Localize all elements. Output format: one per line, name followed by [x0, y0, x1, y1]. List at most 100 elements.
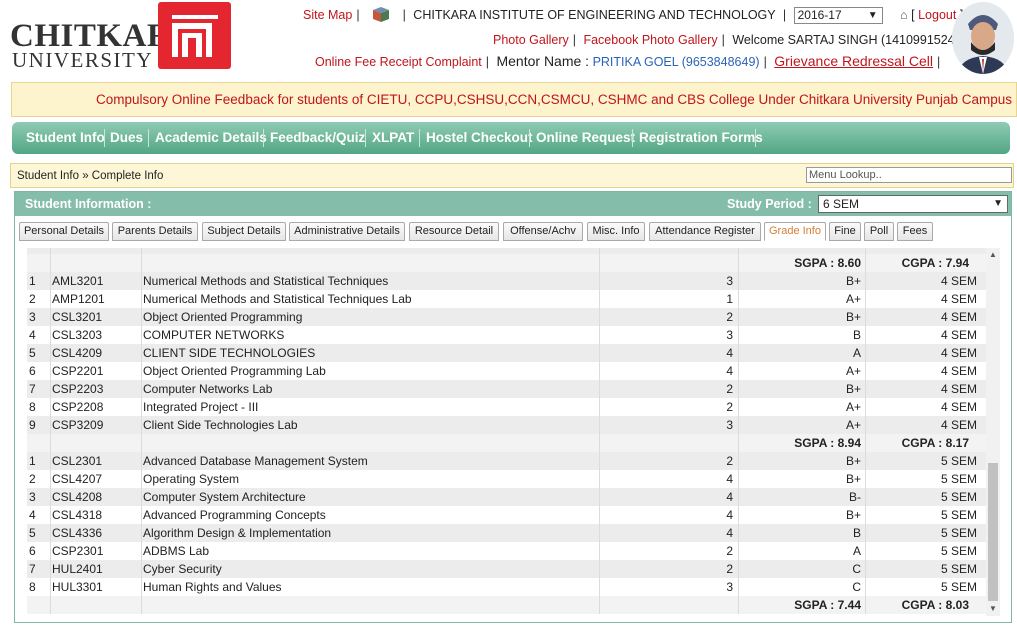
course-semester: 5 SEM [940, 526, 977, 540]
nav-divider [529, 129, 530, 147]
logo-word-university: UNIVERSITY [12, 48, 153, 72]
course-credits: 4 [726, 508, 733, 522]
course-credits: 3 [726, 418, 733, 432]
tab-poll[interactable]: Poll [864, 222, 894, 241]
summary-row: SGPA : 7.44 CGPA : 8.03 [27, 596, 987, 614]
tab-personal-details[interactable]: Personal Details [19, 222, 109, 241]
grievance-link[interactable]: Grievance Redressal Cell [774, 53, 933, 69]
row-number: 2 [29, 472, 36, 486]
summary-row: SGPA : 8.60 CGPA : 7.94 [27, 254, 987, 272]
course-code: CSP2301 [52, 544, 104, 558]
course-semester: 5 SEM [940, 454, 977, 468]
column-divider [599, 248, 600, 614]
tab-attendance-register[interactable]: Attendance Register [649, 222, 761, 241]
scroll-down-icon[interactable]: ▼ [989, 604, 997, 613]
nav-divider [263, 129, 264, 147]
course-grade: A [852, 544, 861, 558]
sgpa-value: SGPA : 8.94 [794, 436, 861, 450]
nav-online-request[interactable]: Online Request [536, 130, 635, 145]
table-row: 8 CSP2208 Integrated Project - III 2 A+ 4 SEM [27, 398, 987, 416]
notice-marquee[interactable]: Compulsory Online Feedback for students … [11, 82, 1017, 117]
column-divider [738, 248, 739, 614]
table-row: 1 CSL2301 Advanced Database Management Sys… [27, 452, 987, 470]
nav-dues[interactable]: Dues [110, 130, 143, 145]
course-semester: 5 SEM [940, 490, 977, 504]
tab-misc-info[interactable]: Misc. Info [587, 222, 645, 241]
tab-subject-details[interactable]: Subject Details [202, 222, 286, 241]
course-semester: 4 SEM [940, 400, 977, 414]
fee-complaint-link[interactable]: Online Fee Receipt Complaint [315, 55, 482, 69]
breadcrumb: Student Info » Complete Info [17, 170, 164, 182]
nav-academic-details[interactable]: Academic Details [155, 130, 267, 145]
table-row: 2 AMP1201 Numerical Methods and Statistica… [27, 290, 987, 308]
table-row: 1 AML3201 Numerical Methods and Statistica… [27, 272, 987, 290]
course-code: AML3201 [52, 274, 104, 288]
nav-divider [104, 129, 105, 147]
course-code: CSP2203 [52, 382, 104, 396]
academic-year-select[interactable]: 2016-17 ▼ [793, 7, 883, 24]
course-credits: 1 [726, 292, 733, 306]
menu-lookup-input[interactable]: Menu Lookup.. [806, 167, 1012, 183]
nav-student-info[interactable]: Student Info [26, 130, 105, 145]
nav-divider [419, 129, 420, 147]
logout-link[interactable]: Logout [918, 8, 956, 22]
course-credits: 3 [726, 274, 733, 288]
study-period-select[interactable]: 6 SEM ▼ [818, 195, 1008, 213]
course-code: CSL4336 [52, 526, 103, 540]
course-title: ADBMS Lab [143, 544, 210, 558]
row-number: 3 [29, 490, 36, 504]
home-icon[interactable]: ⌂ [900, 8, 908, 22]
table-row: 3 CSL4208 Computer System Architecture 4 B- 5… [27, 488, 987, 506]
facebook-gallery-link[interactable]: Facebook Photo Gallery [583, 33, 717, 47]
course-title: Integrated Project - III [143, 400, 259, 414]
table-row: 9 CSP3209 Client Side Technologies Lab 3 A+ 4… [27, 416, 987, 434]
course-code: HUL3301 [52, 580, 103, 594]
course-title: Computer Networks Lab [143, 382, 273, 396]
course-credits: 2 [726, 310, 733, 324]
table-row: 5 CSL4209 CLIENT SIDE TECHNOLOGIES 4 A 4 SEM [27, 344, 987, 362]
nav-divider [148, 129, 149, 147]
table-row: 5 CSL4336 Algorithm Design & Implementatio… [27, 524, 987, 542]
table-row: 3 CSL3201 Object Oriented Programming 2 B+ 4 … [27, 308, 987, 326]
book-icon[interactable] [371, 6, 391, 25]
nav-hostel-checkout[interactable]: Hostel Checkout [426, 130, 533, 145]
photo-gallery-link[interactable]: Photo Gallery [493, 33, 569, 47]
course-title: Object Oriented Programming Lab [143, 364, 326, 378]
nav-xlpat[interactable]: XLPAT [372, 130, 414, 145]
course-semester: 5 SEM [940, 508, 977, 522]
tab-resource-detail[interactable]: Resource Detail [409, 222, 499, 241]
tab-grade-info[interactable]: Grade Info [764, 222, 826, 241]
scroll-up-icon[interactable]: ▲ [989, 250, 997, 259]
course-grade: A+ [845, 400, 861, 414]
course-credits: 2 [726, 454, 733, 468]
nav-registration-forms[interactable]: Registration Forms [639, 130, 763, 145]
table-row: 7 CSP2203 Computer Networks Lab 2 B+ 4 SEM [27, 380, 987, 398]
scrollbar-thumb[interactable] [988, 463, 998, 601]
tab-parents-details[interactable]: Parents Details [112, 222, 198, 241]
course-semester: 4 SEM [940, 328, 977, 342]
column-divider [865, 248, 866, 614]
course-grade: A+ [845, 292, 861, 306]
tab-fees[interactable]: Fees [897, 222, 933, 241]
row-number: 1 [29, 454, 36, 468]
course-semester: 4 SEM [940, 274, 977, 288]
course-credits: 4 [726, 472, 733, 486]
nav-feedback-quiz[interactable]: Feedback/Quiz [270, 130, 365, 145]
summary-row: SGPA : 8.94 CGPA : 8.17 [27, 434, 987, 452]
tab-administrative-details[interactable]: Administrative Details [289, 222, 405, 241]
tab-fine[interactable]: Fine [829, 222, 861, 241]
course-credits: 3 [726, 328, 733, 342]
university-logo[interactable]: CHITKARA UNIVERSITY [10, 2, 235, 72]
course-semester: 4 SEM [940, 292, 977, 306]
course-credits: 3 [726, 580, 733, 594]
row-number: 8 [29, 400, 36, 414]
course-code: CSL4209 [52, 346, 103, 360]
course-credits: 2 [726, 562, 733, 576]
site-map-link[interactable]: Site Map [303, 8, 352, 22]
course-grade: B+ [845, 472, 861, 486]
course-credits: 4 [726, 526, 733, 540]
vertical-scrollbar[interactable]: ▲ ▼ [986, 248, 1000, 616]
course-grade: B+ [845, 310, 861, 324]
row-number: 9 [29, 418, 36, 432]
tab-offense-achv[interactable]: Offense/Achv [503, 222, 583, 241]
